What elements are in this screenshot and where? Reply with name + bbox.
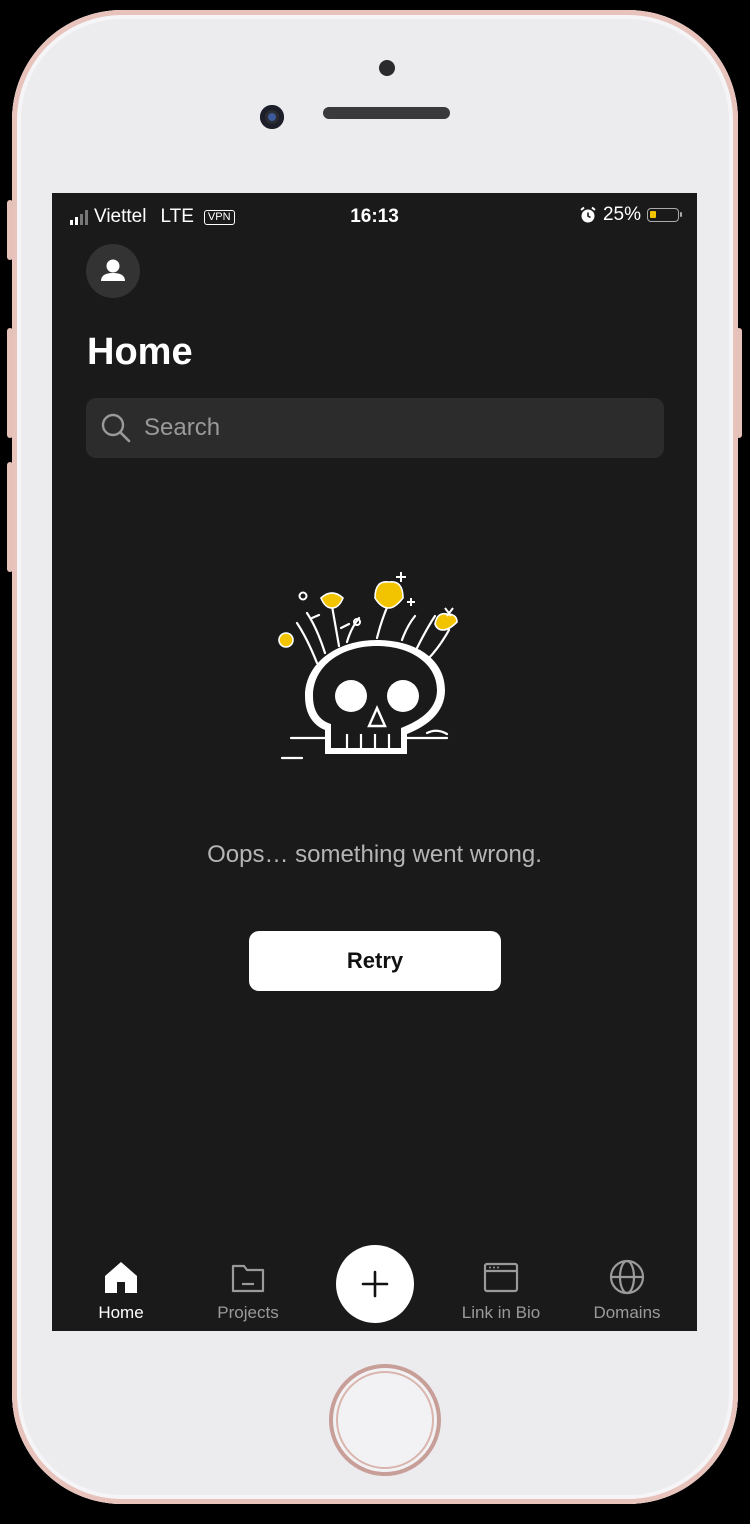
power-button (736, 328, 742, 438)
front-camera (260, 105, 284, 129)
home-icon (105, 1262, 137, 1293)
profile-avatar-button[interactable] (86, 244, 140, 298)
tab-link-in-bio[interactable]: Link in Bio (438, 1243, 564, 1323)
page-title: Home (87, 331, 193, 373)
tab-projects[interactable]: Projects (185, 1243, 311, 1323)
error-message: Oops… something went wrong. (207, 841, 542, 868)
volume-down-button (7, 462, 13, 572)
search-bar[interactable] (86, 398, 664, 458)
tab-label-link-in-bio: Link in Bio (461, 1303, 541, 1322)
search-icon (101, 413, 131, 443)
create-button[interactable] (336, 1245, 414, 1323)
volume-up-button (7, 328, 13, 438)
search-input[interactable] (142, 413, 626, 443)
folder-icon (231, 1264, 265, 1293)
app-screen: Viettel LTE VPN 16:13 25% Home Search Oo… (52, 193, 697, 1331)
mute-switch (7, 200, 13, 260)
status-bar: Viettel LTE VPN 16:13 25% (52, 193, 697, 241)
tab-label-home: Home (98, 1303, 144, 1322)
tab-label-projects: Projects (217, 1303, 279, 1322)
user-icon (101, 259, 125, 281)
battery-percent: 25% (602, 204, 641, 225)
hardware-home-button[interactable] (329, 1364, 441, 1476)
globe-icon (609, 1259, 645, 1295)
retry-button[interactable]: Retry (249, 931, 501, 991)
plus-icon (361, 1270, 389, 1298)
proximity-sensor (379, 60, 395, 76)
browser-window-icon (483, 1262, 519, 1293)
tab-domains[interactable]: Domains (564, 1243, 690, 1323)
battery-icon (647, 208, 682, 222)
alarm-icon (580, 206, 596, 223)
tab-label-domains: Domains (593, 1303, 661, 1322)
earpiece-speaker (323, 107, 450, 119)
tab-home[interactable]: Home (58, 1243, 184, 1323)
skull-with-flowers-illustration (278, 572, 458, 760)
